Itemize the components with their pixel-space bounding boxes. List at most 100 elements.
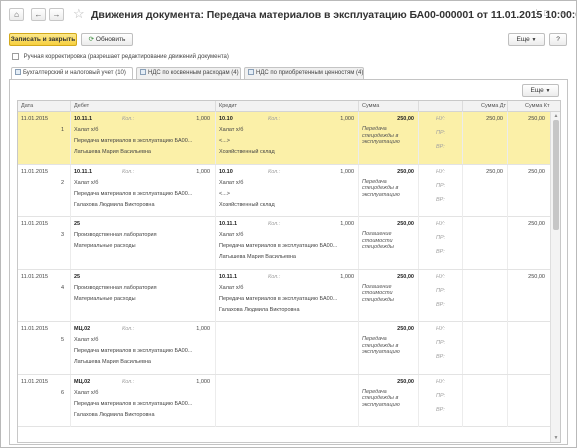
column-separator xyxy=(358,269,359,322)
column-separator xyxy=(418,374,419,427)
column-separator xyxy=(70,269,71,322)
tab-vat-acquired[interactable]: НДС по приобретенным ценностям (4) xyxy=(244,67,364,79)
scroll-up-icon[interactable]: ▲ xyxy=(551,112,560,120)
column-separator xyxy=(418,217,419,269)
movements-table: Дата Дебет Кредит Сумма Сумма Дт Сумма К… xyxy=(17,100,561,443)
forward-button[interactable]: → xyxy=(49,8,64,21)
table-row[interactable]: 11.01.2015 4 25 Производственная лаборат… xyxy=(18,269,550,322)
tab-vat-indirect[interactable]: НДС по косвенным расходам (4) xyxy=(136,67,241,79)
nu-label: НУ: xyxy=(436,168,445,175)
column-separator xyxy=(507,322,508,374)
row-date: 11.01.2015 xyxy=(21,273,49,280)
debit-account: 25 xyxy=(74,273,81,280)
header-debit[interactable]: Дебет xyxy=(74,103,89,109)
scroll-down-icon[interactable]: ▼ xyxy=(551,434,560,442)
column-separator xyxy=(418,269,419,322)
credit-qty: 1,000 xyxy=(340,116,354,122)
column-separator xyxy=(462,322,463,374)
table-row[interactable]: 11.01.2015 6 МЦ.02 Кол.: 1,000 Халат х/б… xyxy=(18,374,550,427)
refresh-icon: ⟳ xyxy=(88,36,95,43)
debit-subconto-2: Передача материалов в эксплуатацию БА00.… xyxy=(74,400,193,407)
star-icon[interactable]: ☆ xyxy=(73,7,85,21)
debit-subconto-2: Материальные расходы xyxy=(74,243,136,249)
column-separator xyxy=(462,101,463,112)
save-and-close-button[interactable]: Записать и закрыть xyxy=(9,33,77,46)
table-row[interactable]: 11.01.2015 5 МЦ.02 Кол.: 1,000 Халат х/б… xyxy=(18,322,550,375)
row-sum: 250,00 xyxy=(397,326,414,332)
credit-subconto-2: Передача материалов в эксплуатацию БА00.… xyxy=(219,243,338,249)
column-separator xyxy=(507,101,508,112)
debit-qty: 1,000 xyxy=(196,326,210,332)
column-separator xyxy=(70,101,71,112)
scrollbar-thumb[interactable] xyxy=(553,120,559,230)
manual-edit-row: Ручная корректировка (разрешает редактир… xyxy=(12,53,229,62)
debit-account: МЦ.02 xyxy=(74,326,91,332)
debit-qty: 1,000 xyxy=(196,378,210,385)
column-separator xyxy=(507,112,508,164)
column-separator xyxy=(215,112,216,164)
credit-subconto-3: Хозяйственный склад xyxy=(219,149,275,155)
row-date: 11.01.2015 xyxy=(21,378,49,385)
credit-subconto-2: Передача материалов в эксплуатацию БА00.… xyxy=(219,295,338,302)
credit-subconto-1: Халат х/б xyxy=(219,284,244,291)
row-date: 11.01.2015 xyxy=(21,116,49,122)
chevron-down-icon: ▼ xyxy=(545,88,551,94)
credit-qty: 1,000 xyxy=(340,273,354,280)
header-sum[interactable]: Сумма xyxy=(362,103,379,109)
column-separator xyxy=(462,112,463,164)
row-sum: 250,00 xyxy=(397,378,414,385)
column-separator xyxy=(507,374,508,427)
chevron-down-icon: ▼ xyxy=(531,37,537,43)
credit-subconto-1: Халат х/б xyxy=(219,179,244,186)
table-row[interactable]: 11.01.2015 2 10.11.1 Кол.: 1,000 Халат х… xyxy=(18,164,550,217)
row-content: Передача спецодежды в эксплуатацию xyxy=(362,178,400,198)
column-separator xyxy=(462,164,463,217)
debit-subconto-2: Передача материалов в эксплуатацию БА00.… xyxy=(74,348,193,354)
row-sum: 250,00 xyxy=(397,273,414,280)
maximize-icon[interactable]: □ xyxy=(544,7,549,19)
debit-subconto-2: Передача материалов в эксплуатацию БА00.… xyxy=(74,190,193,197)
header-credit[interactable]: Кредит xyxy=(219,103,237,109)
sum-kt: 250,00 xyxy=(528,273,545,280)
grid-more-button[interactable]: Еще ▼ xyxy=(522,84,559,97)
help-button[interactable]: ? xyxy=(549,33,567,46)
sum-kt: 250,00 xyxy=(528,221,545,227)
credit-subconto-3: Галахова Людмила Викторовна xyxy=(219,306,300,313)
column-separator xyxy=(215,101,216,112)
header-sum-kt[interactable]: Сумма Кт xyxy=(525,103,550,109)
vr-label: ВР: xyxy=(436,301,445,308)
more-button[interactable]: Еще ▼ xyxy=(508,33,545,46)
more-actions-icon[interactable]: ⋮ xyxy=(532,7,541,19)
debit-qty-label: Кол.: xyxy=(122,116,135,122)
home-button[interactable]: ⌂ xyxy=(9,8,24,21)
row-sum: 250,00 xyxy=(397,168,414,175)
debit-subconto-1: Халат х/б xyxy=(74,389,99,396)
row-content: Передача спецодежды в эксплуатацию xyxy=(362,336,400,356)
table-row[interactable]: 11.01.2015 1 10.11.1 Кол.: 1,000 Халат х… xyxy=(18,112,550,165)
debit-subconto-3: Латышева Мария Васильевна xyxy=(74,149,151,155)
column-separator xyxy=(215,269,216,322)
pr-label: ПР: xyxy=(436,182,446,189)
header-sum-dt[interactable]: Сумма Дт xyxy=(481,103,506,109)
column-separator xyxy=(507,217,508,269)
credit-account: 10.10 xyxy=(219,116,233,122)
row-date: 11.01.2015 xyxy=(21,326,49,332)
column-separator xyxy=(70,164,71,217)
register-icon xyxy=(140,69,146,75)
row-sum: 250,00 xyxy=(397,221,414,227)
manual-edit-checkbox[interactable] xyxy=(12,53,19,60)
vertical-scrollbar[interactable]: ▲ ▼ xyxy=(550,112,560,442)
column-separator xyxy=(70,374,71,427)
back-button[interactable]: ← xyxy=(31,8,46,21)
column-separator xyxy=(358,164,359,217)
refresh-label: Обновить xyxy=(95,36,126,43)
debit-subconto-1: Халат х/б xyxy=(74,127,99,133)
credit-subconto-1: Халат х/б xyxy=(219,232,244,238)
refresh-button[interactable]: ⟳ Обновить xyxy=(81,33,133,46)
credit-qty: 1,000 xyxy=(340,221,354,227)
credit-subconto-3: Латышева Мария Васильевна xyxy=(219,254,296,260)
table-row[interactable]: 11.01.2015 3 25 Производственная лаборат… xyxy=(18,217,550,270)
debit-account: МЦ.02 xyxy=(74,378,91,385)
close-icon[interactable]: × xyxy=(560,7,565,19)
header-date[interactable]: Дата xyxy=(21,103,33,109)
